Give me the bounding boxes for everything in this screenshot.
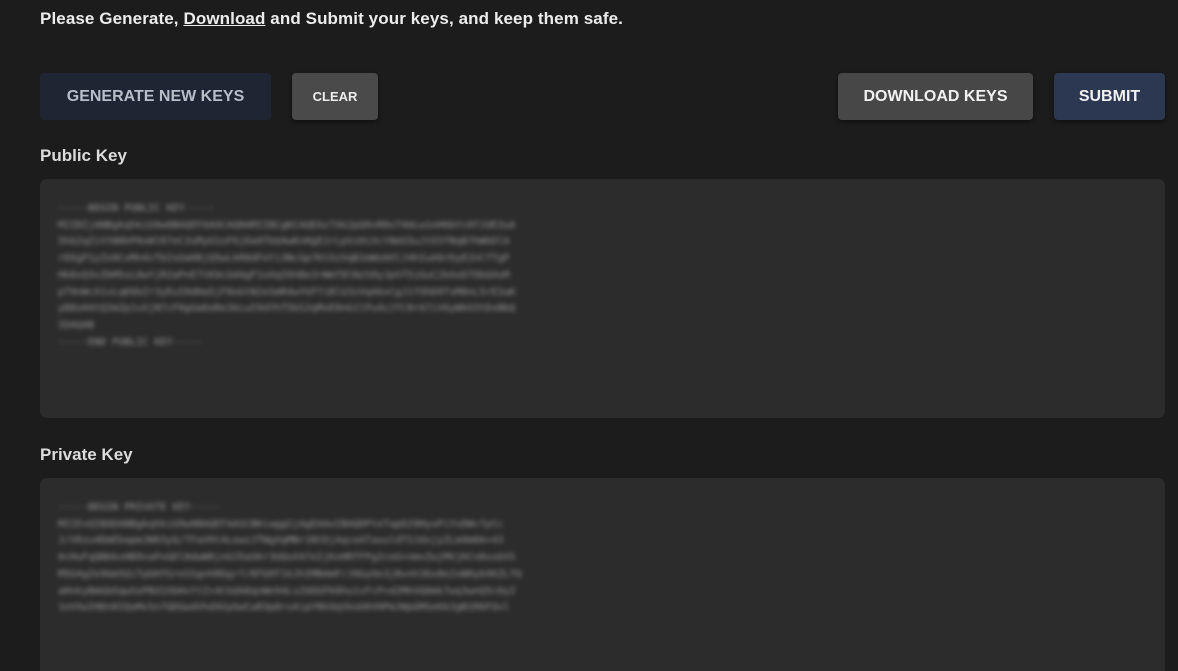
clear-button[interactable]: CLEAR [292, 73, 378, 120]
instruction-suffix: and Submit your keys, and keep them safe… [265, 9, 623, 28]
private-key-value: -----BEGIN PRIVATE KEY----- MIIEvQIBADAN… [58, 502, 522, 614]
public-key-field[interactable]: -----BEGIN PUBLIC KEY----- MIIBIjANBgkqh… [40, 179, 1165, 418]
private-key-field[interactable]: -----BEGIN PRIVATE KEY----- MIIEvQIBADAN… [40, 478, 1165, 671]
key-management-page: Please Generate, Download and Submit you… [0, 0, 1178, 671]
submit-button[interactable]: SUBMIT [1054, 73, 1165, 120]
public-key-label: Public Key [40, 146, 127, 165]
download-keys-button[interactable]: DOWNLOAD KEYS [838, 73, 1033, 120]
private-key-label: Private Key [40, 445, 133, 464]
public-key-value: -----BEGIN PUBLIC KEY----- MIIBIjANBgkqh… [58, 203, 516, 348]
instruction-text: Please Generate, Download and Submit you… [40, 9, 623, 29]
download-link[interactable]: Download [183, 9, 265, 28]
generate-new-keys-button[interactable]: GENERATE NEW KEYS [40, 73, 271, 120]
instruction-prefix: Please Generate, [40, 9, 184, 28]
